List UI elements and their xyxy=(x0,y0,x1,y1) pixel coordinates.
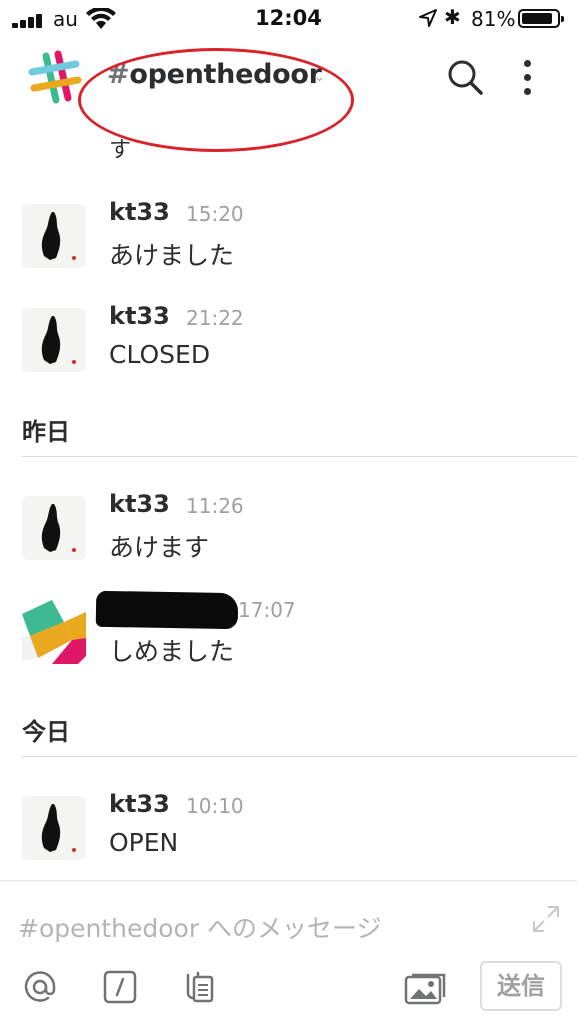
photo-icon[interactable] xyxy=(404,969,448,1005)
message-feed[interactable]: す kt33 15:20 あけました kt33 21:22 CLOSED 昨日 … xyxy=(0,116,577,880)
message-text: あけました xyxy=(109,241,235,270)
day-divider-label: 昨日 xyxy=(22,418,70,446)
message-text: あけます xyxy=(109,533,210,562)
red-annotation-circle xyxy=(78,48,354,152)
message-input[interactable]: #openthedoor へのメッセージ xyxy=(18,909,382,945)
send-button[interactable]: 送信 xyxy=(480,961,562,1011)
message-item[interactable]: kt33 15:20 あけました xyxy=(0,198,577,278)
channel-header: #openthedoor ⌄ xyxy=(0,40,577,152)
message-item[interactable]: kt33 11:26 あけます xyxy=(0,490,577,570)
message-item[interactable]: kt33 21:22 CLOSED xyxy=(0,302,577,382)
battery-icon xyxy=(518,9,564,28)
day-divider-label: 今日 xyxy=(22,718,70,746)
at-icon[interactable] xyxy=(22,969,58,1005)
search-icon[interactable] xyxy=(446,58,484,96)
message-time: 15:20 xyxy=(186,202,244,226)
status-bar: au 12:04 ✱ 81% xyxy=(0,0,577,40)
expand-icon[interactable] xyxy=(530,903,562,935)
redacted-sender-name xyxy=(95,590,239,630)
ink-figure-avatar[interactable] xyxy=(22,796,86,860)
message-time: 21:22 xyxy=(186,306,244,330)
message-item[interactable]: 17:07 しめました xyxy=(0,590,577,674)
bluetooth-icon: ✱ xyxy=(444,5,461,29)
message-text: しめました xyxy=(109,637,235,666)
sender-name[interactable]: kt33 xyxy=(109,490,170,518)
message-time: 11:26 xyxy=(186,494,244,518)
message-item[interactable]: kt33 10:10 OPEN xyxy=(0,790,577,870)
message-text: OPEN xyxy=(109,828,179,857)
ink-figure-avatar[interactable] xyxy=(22,496,86,560)
ink-figure-avatar[interactable] xyxy=(22,204,86,268)
location-arrow-icon xyxy=(419,9,437,27)
slash-command-icon[interactable] xyxy=(102,969,138,1005)
message-text: CLOSED xyxy=(109,340,211,369)
divider-line xyxy=(22,756,577,757)
attach-file-icon[interactable] xyxy=(180,969,216,1005)
message-time: 10:10 xyxy=(186,794,244,818)
sender-name[interactable]: kt33 xyxy=(109,790,170,818)
sender-name[interactable]: kt33 xyxy=(109,198,170,226)
slack-default-avatar[interactable] xyxy=(22,600,86,664)
battery-percent: 81% xyxy=(471,7,516,31)
more-options-icon[interactable] xyxy=(518,58,538,98)
message-time: 17:07 xyxy=(238,598,296,622)
sender-name[interactable]: kt33 xyxy=(109,302,170,330)
ink-figure-avatar[interactable] xyxy=(22,308,86,372)
divider-line xyxy=(22,456,577,457)
message-composer: #openthedoor へのメッセージ 送信 xyxy=(0,880,577,1025)
slack-logo-icon[interactable] xyxy=(26,50,82,106)
